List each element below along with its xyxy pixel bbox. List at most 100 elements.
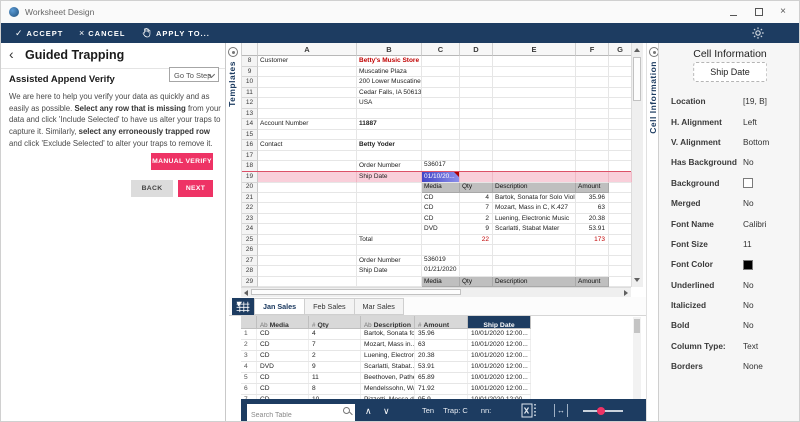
- cell-C26[interactable]: [422, 245, 460, 256]
- cell-C20[interactable]: Media: [422, 182, 460, 193]
- excel-export-icon[interactable]: [521, 403, 539, 418]
- scrollbar-thumb[interactable]: [251, 289, 461, 295]
- apply-to-button[interactable]: APPLY TO...: [141, 23, 210, 43]
- cell-E28[interactable]: [493, 266, 576, 277]
- row-header-22[interactable]: 22: [242, 203, 258, 214]
- maximize-button[interactable]: [747, 1, 771, 23]
- table-cell[interactable]: 65.89: [415, 373, 468, 383]
- table-row[interactable]: 4 DVD 9 Scarlatti, Stabat... 53.91 10/01/2020…: [241, 362, 531, 373]
- row-header-14[interactable]: 14: [242, 119, 258, 130]
- cell-C28[interactable]: 01/21/2020: [422, 266, 460, 277]
- col-header-A[interactable]: A: [258, 43, 357, 56]
- cell-D14[interactable]: [460, 119, 493, 130]
- cell-F28[interactable]: [576, 266, 609, 277]
- col-header-F[interactable]: F: [576, 43, 609, 56]
- cell-F20[interactable]: Amount: [576, 182, 609, 193]
- cell-F15[interactable]: [576, 129, 609, 140]
- cell-E10[interactable]: [493, 77, 576, 88]
- cell-C8[interactable]: [422, 56, 460, 67]
- cell-G20[interactable]: [609, 182, 632, 193]
- pin-icon[interactable]: [228, 47, 238, 57]
- cell-G15[interactable]: [609, 129, 632, 140]
- cell-C23[interactable]: CD: [422, 213, 460, 224]
- table-cell[interactable]: 10/01/2020 12:00...: [468, 362, 531, 372]
- cell-B28[interactable]: Ship Date: [357, 266, 422, 277]
- cell-A28[interactable]: [258, 266, 357, 277]
- fit-width-icon[interactable]: ↔: [554, 404, 568, 417]
- cell-E14[interactable]: [493, 119, 576, 130]
- table-cell[interactable]: 71.92: [415, 384, 468, 394]
- cell-B18[interactable]: Order Number: [357, 161, 422, 172]
- panel-back-chevron-icon[interactable]: ‹: [9, 47, 14, 61]
- cell-B9[interactable]: Muscatine Plaza: [357, 66, 422, 77]
- table-cell[interactable]: 10/01/2020 12:00...: [468, 373, 531, 383]
- cell-A27[interactable]: [258, 255, 357, 266]
- table-cell[interactable]: 20.38: [415, 351, 468, 361]
- cell-A19[interactable]: [258, 171, 357, 183]
- cell-A23[interactable]: [258, 213, 357, 224]
- cell-E25[interactable]: [493, 234, 576, 245]
- cell-G8[interactable]: [609, 56, 632, 67]
- zoom-slider[interactable]: [583, 407, 623, 415]
- table-col-header-rownum[interactable]: [241, 316, 257, 329]
- row-header-23[interactable]: 23: [242, 213, 258, 224]
- cell-A15[interactable]: [258, 129, 357, 140]
- col-header-B[interactable]: B: [357, 43, 422, 56]
- scroll-down-icon[interactable]: [634, 278, 640, 282]
- cell-F10[interactable]: [576, 77, 609, 88]
- settings-gear-icon[interactable]: [751, 26, 765, 40]
- cell-G29[interactable]: [609, 276, 632, 287]
- cell-B22[interactable]: [357, 203, 422, 214]
- cell-C11[interactable]: [422, 87, 460, 98]
- cell-A14[interactable]: Account Number: [258, 119, 357, 130]
- manual-verify-button[interactable]: MANUAL VERIFY: [151, 153, 213, 170]
- cell-D23[interactable]: 2: [460, 213, 493, 224]
- cell-G22[interactable]: [609, 203, 632, 214]
- cell-D21[interactable]: 4: [460, 192, 493, 203]
- cell-B17[interactable]: [357, 150, 422, 161]
- cell-B20[interactable]: [357, 182, 422, 193]
- cell-C17[interactable]: [422, 150, 460, 161]
- cell-G23[interactable]: [609, 213, 632, 224]
- table-cell[interactable]: Scarlatti, Stabat...: [361, 362, 415, 372]
- cell-C9[interactable]: [422, 66, 460, 77]
- table-cell[interactable]: CD: [257, 373, 309, 383]
- cell-C21[interactable]: CD: [422, 192, 460, 203]
- search-prev-button[interactable]: ∧: [365, 399, 372, 421]
- cell-G19[interactable]: [609, 171, 632, 183]
- table-cell[interactable]: 63: [415, 340, 468, 350]
- cell-F21[interactable]: 35.96: [576, 192, 609, 203]
- cell-G10[interactable]: [609, 77, 632, 88]
- cell-A16[interactable]: Contact: [258, 140, 357, 151]
- cell-E9[interactable]: [493, 66, 576, 77]
- cell-F24[interactable]: 53.91: [576, 224, 609, 235]
- trap-table-icon[interactable]: [232, 298, 254, 315]
- table-scrollbar[interactable]: [633, 317, 641, 399]
- cell-G26[interactable]: [609, 245, 632, 256]
- cell-F13[interactable]: [576, 108, 609, 119]
- search-input[interactable]: [247, 408, 355, 421]
- cell-F23[interactable]: 20.38: [576, 213, 609, 224]
- row-header-10[interactable]: 10: [242, 77, 258, 88]
- cell-E21[interactable]: Bartok, Sonata for Solo Violin: [493, 192, 576, 203]
- table-cell[interactable]: 53.91: [415, 362, 468, 372]
- cell-E22[interactable]: Mozart, Mass in C, K.427: [493, 203, 576, 214]
- cell-E20[interactable]: Description: [493, 182, 576, 193]
- row-header-19[interactable]: 19: [242, 171, 258, 183]
- sheet-vertical-scrollbar[interactable]: [631, 43, 643, 287]
- cell-B16[interactable]: Betty Yoder: [357, 140, 422, 151]
- scroll-up-icon[interactable]: [634, 48, 640, 52]
- table-col-header-qty[interactable]: # Qty: [309, 316, 361, 329]
- table-cell[interactable]: 11: [309, 373, 361, 383]
- row-header-18[interactable]: 18: [242, 161, 258, 172]
- cell-F22[interactable]: 63: [576, 203, 609, 214]
- table-cell[interactable]: Mozart, Mass in...: [361, 340, 415, 350]
- cell-B21[interactable]: [357, 192, 422, 203]
- row-header-13[interactable]: 13: [242, 108, 258, 119]
- cell-A22[interactable]: [258, 203, 357, 214]
- cell-F25[interactable]: 173: [576, 234, 609, 245]
- cell-B12[interactable]: USA: [357, 98, 422, 109]
- cell-G11[interactable]: [609, 87, 632, 98]
- table-cell[interactable]: Luening, Electroni...: [361, 351, 415, 361]
- row-header-28[interactable]: 28: [242, 266, 258, 277]
